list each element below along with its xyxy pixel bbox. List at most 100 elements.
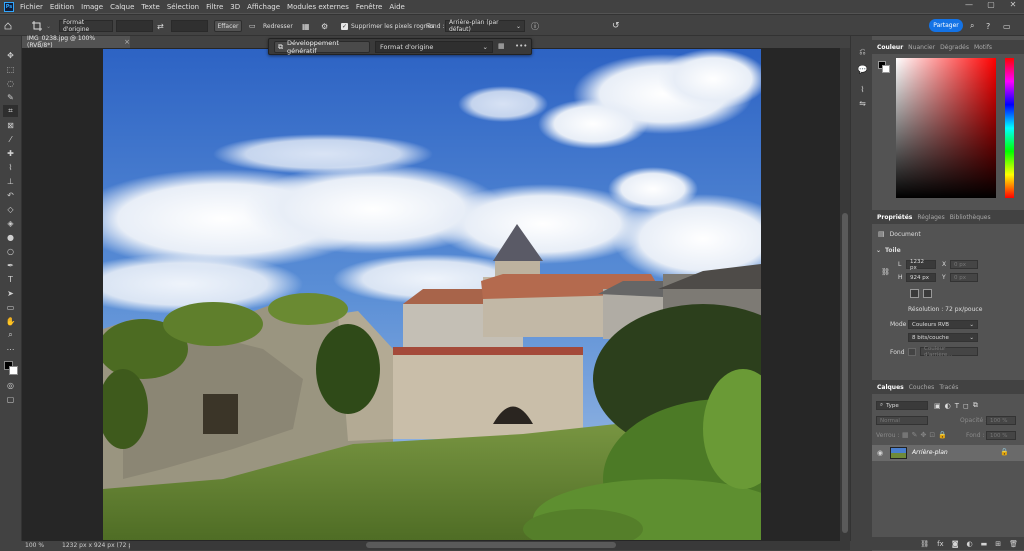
tab-motifs[interactable]: Motifs: [974, 44, 992, 51]
link-icon[interactable]: ⛓: [920, 540, 929, 548]
search-icon[interactable]: ⌕: [970, 20, 974, 32]
straighten-icon[interactable]: ▭: [249, 20, 256, 32]
menu-affichage[interactable]: Affichage: [247, 3, 280, 11]
horizontal-scroll-thumb[interactable]: [366, 542, 616, 548]
bg-color-swatch[interactable]: [908, 348, 916, 356]
tab-couleur[interactable]: Couleur: [877, 44, 903, 51]
tab-traces[interactable]: Tracés: [939, 384, 958, 391]
eraser-tool-icon[interactable]: ◇: [3, 203, 18, 215]
smart-filter-icon[interactable]: ⧉: [973, 401, 982, 410]
crop-tool-icon[interactable]: [30, 20, 44, 32]
menu-image[interactable]: Image: [81, 3, 103, 11]
layer-filter-select[interactable]: ⌕ Type: [876, 401, 928, 410]
tab-bibliotheques[interactable]: Bibliothèques: [950, 214, 991, 221]
workspace-icon[interactable]: ▭: [1003, 20, 1011, 32]
lock-transparent-icon[interactable]: ▦: [902, 431, 912, 439]
fill-select[interactable]: Arrière-plan (par défaut) ⌄: [445, 19, 525, 33]
canvas-y-input[interactable]: 0 px: [950, 273, 978, 282]
canvas-x-input[interactable]: 0 px: [950, 260, 978, 269]
generative-expand-button[interactable]: ⧉ Développement génératif: [274, 39, 370, 55]
close-tab-icon[interactable]: ×: [124, 38, 130, 46]
document-tab[interactable]: IMG_0238.jpg @ 100% (RVB/8*) ×: [22, 35, 130, 49]
lasso-tool-icon[interactable]: ◌: [3, 77, 18, 89]
panel-background-swatch[interactable]: [882, 65, 890, 73]
tab-degrades[interactable]: Dégradés: [940, 44, 969, 51]
grid-icon[interactable]: ▦: [498, 42, 505, 50]
clone-stamp-tool-icon[interactable]: ⊥: [3, 175, 18, 187]
healing-brush-tool-icon[interactable]: ✚: [3, 147, 18, 159]
adjustment-icon[interactable]: ◐: [967, 540, 973, 548]
lock-icons[interactable]: ▦ ✎ ✥ ⊡ 🔒: [902, 431, 950, 439]
tab-nuancier[interactable]: Nuancier: [908, 44, 935, 51]
type-filter-icon[interactable]: T: [955, 402, 963, 410]
section-toile[interactable]: ⌄ Toile: [876, 247, 901, 254]
trash-icon[interactable]: 🗑: [1009, 540, 1018, 548]
shape-filter-icon[interactable]: ◻: [963, 402, 973, 410]
blend-mode-select[interactable]: Normal: [876, 416, 928, 425]
menu-modules-externes[interactable]: Modules externes: [287, 3, 349, 11]
info-icon[interactable]: ⓘ: [531, 20, 539, 32]
menu-filtre[interactable]: Filtre: [206, 3, 223, 11]
ratio-select[interactable]: Format d'origine: [59, 19, 113, 33]
comments-panel-icon[interactable]: 💬: [855, 63, 870, 75]
lock-move-icon[interactable]: ✥: [921, 431, 930, 439]
lock-artboard-icon[interactable]: ⊡: [929, 431, 938, 439]
zoom-tool-icon[interactable]: ⌕: [3, 329, 18, 341]
canvas-height-input[interactable]: 924 px: [906, 273, 936, 282]
quick-selection-tool-icon[interactable]: ✎: [3, 91, 18, 103]
context-format-select[interactable]: Format d'origine ⌄: [375, 41, 493, 53]
pixel-filter-icon[interactable]: ▣: [934, 402, 945, 410]
quick-mask-icon[interactable]: ◎: [3, 379, 18, 391]
vertical-scroll-thumb[interactable]: [842, 213, 848, 533]
paint-bucket-tool-icon[interactable]: ◈: [3, 217, 18, 229]
screen-mode-icon[interactable]: ▢: [3, 393, 18, 405]
menu-3d[interactable]: 3D: [230, 3, 240, 11]
settings-gear-icon[interactable]: ⚙: [321, 20, 328, 32]
menu-fichier[interactable]: Fichier: [20, 3, 43, 11]
lock-paint-icon[interactable]: ✎: [912, 431, 921, 439]
frame-tool-icon[interactable]: ⊠: [3, 119, 18, 131]
clear-button[interactable]: Effacer: [214, 20, 242, 32]
opacity-input[interactable]: 100 %: [986, 416, 1016, 425]
mask-icon[interactable]: ◙: [952, 540, 959, 548]
vertical-scrollbar[interactable]: [840, 48, 850, 541]
height-ratio-input[interactable]: [171, 20, 208, 32]
landscape-orientation-icon[interactable]: [923, 289, 932, 298]
share-button[interactable]: Partager: [929, 19, 963, 32]
adjust-filter-icon[interactable]: ◐: [945, 402, 955, 410]
path-selection-tool-icon[interactable]: ➤: [3, 287, 18, 299]
minimize-icon[interactable]: —: [958, 0, 980, 9]
menu-fenetre[interactable]: Fenêtre: [356, 3, 382, 11]
grid-overlay-icon[interactable]: ▦: [302, 20, 310, 32]
straighten-label[interactable]: Redresser: [263, 20, 293, 32]
bg-select[interactable]: Couleur d'arrière...: [920, 346, 978, 358]
depth-select[interactable]: 8 bits/couche ⌄: [908, 333, 978, 342]
layer-filter-icons[interactable]: ▣ ◐ T ◻ ⧉: [934, 401, 982, 410]
more-tools-icon[interactable]: ⋯: [3, 343, 18, 355]
hue-slider[interactable]: [1005, 58, 1014, 198]
brushes-panel-icon[interactable]: ⌇: [855, 83, 870, 95]
swap-dimensions-icon[interactable]: ⇄: [157, 20, 164, 32]
link-dimensions-icon[interactable]: ⛓: [881, 268, 890, 276]
new-layer-icon[interactable]: ⊞: [995, 540, 1001, 548]
layer-name[interactable]: Arrière-plan: [912, 449, 948, 456]
fill-input[interactable]: 100 %: [986, 431, 1016, 440]
maximize-icon[interactable]: ▢: [980, 0, 1002, 9]
type-tool-icon[interactable]: T: [3, 273, 18, 285]
dodge-tool-icon[interactable]: ○: [3, 245, 18, 257]
close-icon[interactable]: ✕: [1002, 0, 1024, 9]
marquee-tool-icon[interactable]: ⬚: [3, 63, 18, 75]
layer-row[interactable]: ◉ Arrière-plan 🔒: [872, 445, 1024, 461]
tab-couches[interactable]: Couches: [909, 384, 935, 391]
color-picker-field[interactable]: [896, 58, 996, 198]
group-icon[interactable]: ▬: [981, 540, 988, 548]
canvas-width-input[interactable]: 1232 px: [906, 259, 936, 271]
crop-preset-chevron-icon[interactable]: ⌄: [46, 20, 51, 32]
pen-tool-icon[interactable]: ✒: [3, 259, 18, 271]
eye-visibility-icon[interactable]: ◉: [877, 449, 883, 457]
history-panel-icon[interactable]: ⎌: [855, 46, 870, 58]
portrait-orientation-icon[interactable]: [910, 289, 919, 298]
tab-reglages[interactable]: Réglages: [917, 214, 944, 221]
crop-tool-icon[interactable]: ⌗: [3, 105, 18, 117]
help-icon[interactable]: ?: [986, 20, 990, 32]
